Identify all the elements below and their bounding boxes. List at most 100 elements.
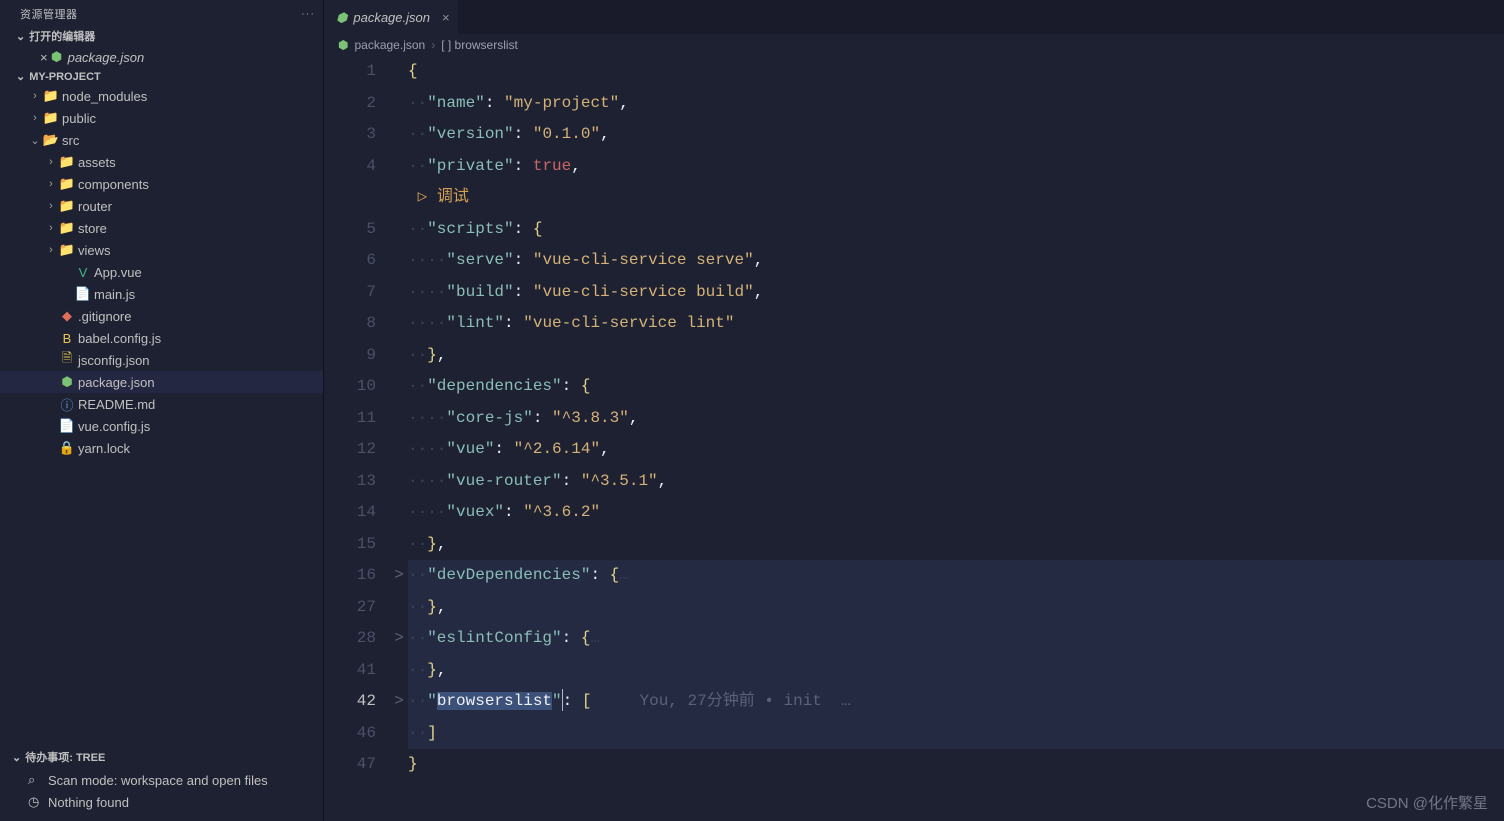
code-line[interactable]: ····"vuex": "^3.6.2" [408,497,1504,529]
search-icon: ⌕ [28,772,48,788]
code-line[interactable]: ··"dependencies": { [408,371,1504,403]
file-icon: 📁 [58,176,76,192]
tree-label: views [78,243,111,258]
tab-package-json[interactable]: ⬢ package.json × [324,0,458,34]
fold-slot [390,214,408,246]
code-line[interactable]: ··}, [408,340,1504,372]
chevron-right-icon: › [44,200,58,212]
nothing-found-row: ◷ Nothing found [8,791,315,813]
tree-item-node_modules[interactable]: ›📁node_modules [0,85,323,107]
file-icon: ◆ [58,308,76,324]
tree-item-main-js[interactable]: 📄main.js [0,283,323,305]
code-line[interactable]: ····"core-js": "^3.8.3", [408,403,1504,435]
code-area[interactable]: 12345678910111213141516272841424647 >>> … [324,56,1504,821]
chevron-down-icon: ⌄ [16,70,25,83]
todo-tree-title[interactable]: ⌄ 待办事项: TREE [8,745,315,769]
tree-item-store[interactable]: ›📁store [0,217,323,239]
tree-item-router[interactable]: ›📁router [0,195,323,217]
open-editors-list: × ⬢ package.json [0,46,323,68]
project-title[interactable]: ⌄ MY-PROJECT [0,68,323,85]
tree-label: public [62,111,96,126]
fold-slot [390,56,408,88]
tree-item-app-vue[interactable]: VApp.vue [0,261,323,283]
code-line[interactable]: ▷ 调试 [408,182,1504,214]
scan-mode-row[interactable]: ⌕ Scan mode: workspace and open files [8,769,315,791]
fold-slot [390,403,408,435]
fold-slot [390,466,408,498]
code-line[interactable]: ··}, [408,655,1504,687]
code-line[interactable]: ····"vue": "^2.6.14", [408,434,1504,466]
code-line[interactable]: ··"browserslist": [ You, 27分钟前 • init … [408,686,1504,718]
tree-item-vue-config-js[interactable]: 📄vue.config.js [0,415,323,437]
code-line[interactable]: ··"version": "0.1.0", [408,119,1504,151]
fold-icon[interactable]: > [390,623,408,655]
tree-item-assets[interactable]: ›📁assets [0,151,323,173]
tree-label: README.md [78,397,155,412]
tree-label: babel.config.js [78,331,161,346]
tree-label: router [78,199,112,214]
tree-item-components[interactable]: ›📁components [0,173,323,195]
file-icon: 🗎 [58,349,76,371]
fold-icon[interactable]: > [390,560,408,592]
more-icon[interactable]: ··· [301,8,315,20]
code-line[interactable]: ··"name": "my-project", [408,88,1504,120]
tree-item-yarn-lock[interactable]: 🔒yarn.lock [0,437,323,459]
file-icon: ⓘ [58,395,76,414]
tree-item-package-json[interactable]: ⬢package.json [0,371,323,393]
open-editors-title[interactable]: ⌄ 打开的编辑器 [0,26,323,46]
code-line[interactable]: } [408,749,1504,781]
fold-column: > > > [390,56,408,821]
fold-slot [390,497,408,529]
code-line[interactable]: ····"lint": "vue-cli-service lint" [408,308,1504,340]
tree-label: components [78,177,149,192]
code-line[interactable]: { [408,56,1504,88]
chevron-down-icon: ⌄ [28,134,42,147]
code-line[interactable]: ··"private": true, [408,151,1504,183]
code-line[interactable]: ··}, [408,529,1504,561]
file-icon: B [58,331,76,346]
tree-label: store [78,221,107,236]
tree-item-public[interactable]: ›📁public [0,107,323,129]
file-icon: 📁 [42,88,60,104]
code-line[interactable]: ··"scripts": { [408,214,1504,246]
tree-item-babel-config-js[interactable]: Bbabel.config.js [0,327,323,349]
fold-slot [390,182,408,214]
editor-tabs: ⬢ package.json × [324,0,1504,34]
chevron-right-icon: › [44,178,58,190]
fold-icon[interactable]: > [390,686,408,718]
sidebar-footer: ⌄ 待办事项: TREE ⌕ Scan mode: workspace and … [0,741,323,821]
tree-label: vue.config.js [78,419,150,434]
editor-area: ⬢ package.json × ⬢ package.json › [ ] br… [324,0,1504,821]
code-line[interactable]: ····"build": "vue-cli-service build", [408,277,1504,309]
fold-slot [390,749,408,781]
tree-item-src[interactable]: ⌄📂src [0,129,323,151]
tree-label: node_modules [62,89,147,104]
chevron-right-icon: › [431,38,435,52]
code-line[interactable]: ··}, [408,592,1504,624]
fold-slot [390,88,408,120]
open-editor-item[interactable]: × ⬢ package.json [0,46,323,68]
chevron-down-icon: ⌄ [16,30,25,43]
tree-item--gitignore[interactable]: ◆.gitignore [0,305,323,327]
tree-label: App.vue [94,265,142,280]
tree-label: .gitignore [78,309,131,324]
code-line[interactable]: ··] [408,718,1504,750]
file-icon: 📁 [58,154,76,170]
file-icon: 📁 [42,110,60,126]
code-line[interactable]: ····"vue-router": "^3.5.1", [408,466,1504,498]
watermark: CSDN @化作繁星 [1366,792,1488,813]
tree-item-readme-md[interactable]: ⓘREADME.md [0,393,323,415]
close-icon[interactable]: × [40,50,48,65]
fold-slot [390,277,408,309]
file-icon: V [74,265,92,280]
code-line[interactable]: ··"devDependencies": {… [408,560,1504,592]
tree-item-views[interactable]: ›📁views [0,239,323,261]
breadcrumb[interactable]: ⬢ package.json › [ ] browserslist [324,34,1504,56]
code-line[interactable]: ··"eslintConfig": {… [408,623,1504,655]
code-line[interactable]: ····"serve": "vue-cli-service serve", [408,245,1504,277]
close-icon[interactable]: × [442,10,450,25]
chevron-right-icon: › [44,244,58,256]
code-content[interactable]: {··"name": "my-project",··"version": "0.… [408,56,1504,821]
tree-label: yarn.lock [78,441,130,456]
tree-item-jsconfig-json[interactable]: 🗎jsconfig.json [0,349,323,371]
